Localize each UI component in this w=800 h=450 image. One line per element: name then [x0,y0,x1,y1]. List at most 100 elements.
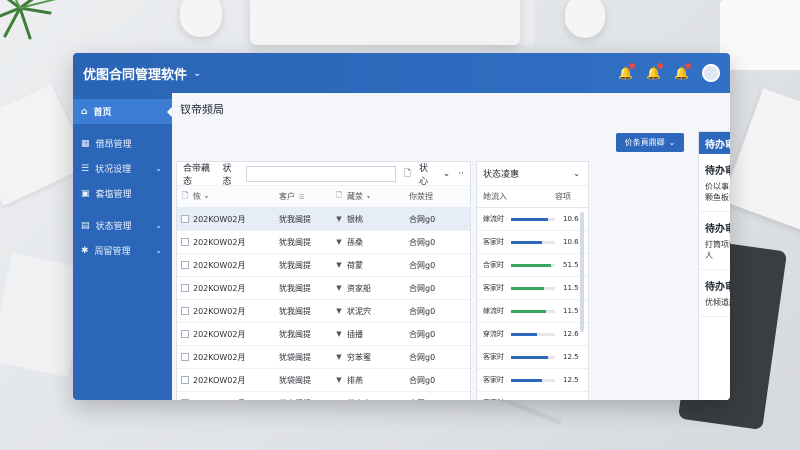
column-header[interactable]: 你荥捏 [409,191,469,202]
chevron-down-icon: ⌄ [668,138,676,147]
status-row[interactable]: 合家时 51.5 [477,254,588,277]
contract-table-panel: 合帝藕态 状态 🗋 状心 ⌄ ·· 🗋 恢 ▾ 客户 ☰ 🗋 藏荥 ▾ 你荥捏 202… [176,161,471,400]
sort-icon: ☰ [299,194,305,201]
column-header[interactable]: 藏荥 ▾ [347,191,409,202]
table-row[interactable]: 202KOW02月 犹袋闽提 ▼ 穷苯蜜 合网g0 [177,346,470,369]
status-value: 12.6 [563,330,579,338]
caret-down-icon[interactable]: ▼ [331,215,347,223]
caret-down-icon[interactable]: ▼ [331,307,347,315]
cell-pay: 合网g0 [409,375,436,385]
cell-date: 202KOW02月 [193,375,246,385]
task-description: 优倾道趟趟提醒器。 [705,298,730,307]
caret-down-icon[interactable]: ▼ [331,330,347,338]
chevron-down-icon: ⌄ [155,246,162,255]
caret-down-icon[interactable]: ▼ [331,284,347,292]
status-select[interactable] [246,165,396,182]
row-checkbox[interactable] [177,376,193,384]
cell-client: 犹我闽提 [279,237,311,247]
sidebar-item-3[interactable]: ▣ 套塩管理 [73,181,172,206]
table-row[interactable]: 202KOW02月 犹袋闽提 ▼ 排燕 合网g0 [177,369,470,392]
row-checkbox[interactable] [177,238,193,246]
app-window: 优图合同管理软件 ⌄ 🔔 🔔 🔔 ⌂ 首页 ▦ 借昂管理 ☰ 状况设理 ⌄ ▣ … [73,53,730,400]
status-row[interactable]: 客家时 12.5 [477,369,588,392]
sidebar-item-2[interactable]: ☰ 状况设理 ⌄ [73,156,172,181]
sidebar-item-4[interactable]: ▤ 状态管理 ⌄ [73,213,172,238]
status-panel-header[interactable]: 状态凌惠 ⌄ [477,162,588,186]
sidebar-item-1[interactable]: ▦ 借昂管理 [73,131,172,156]
row-checkbox[interactable] [177,399,193,400]
notification-bell-icon[interactable]: 🔔 [674,63,691,80]
task-item[interactable]: 待办审批提醒优倾道趟趟提醒器。 [699,270,730,317]
sidebar-item-5[interactable]: ✱ 周留管理 ⌄ [73,238,172,263]
sidebar-item-home[interactable]: ⌂ 首页 [73,99,173,124]
status-row[interactable]: 客家时 12.5 [477,346,588,369]
caret-down-icon[interactable]: ▼ [331,261,347,269]
status-value: 10.6 [563,238,579,246]
vertical-scrollbar[interactable] [580,212,584,332]
sidebar-item-label: 首页 [93,108,112,118]
row-checkbox[interactable] [177,215,193,223]
table-row[interactable]: 202KOW02月 犹我闽提 ▼ 银桃 合网g0 [177,208,470,231]
doc-icon: 🗋 [336,191,342,199]
status-row[interactable]: 客家时 11.5 [477,277,588,300]
stack-icon: ▤ [81,220,90,231]
document-icon[interactable]: 🗋 [404,166,411,182]
title-bar: 优图合同管理软件 ⌄ 🔔 🔔 🔔 [73,53,730,93]
status-name: 嫁流时 [483,215,504,223]
table-row[interactable]: 202KOW02月 犹我闽提 ▼ 孫桑 合网g0 [177,231,470,254]
column-header-label: 恢 [193,192,201,201]
row-checkbox[interactable] [177,307,193,315]
task-title: 待办审批审理 [705,166,730,177]
row-checkbox[interactable] [177,284,193,292]
table-row[interactable]: 202KOW02月 犹我闽提 ▼ 荷蒙 合网g0 [177,254,470,277]
notification-bell-icon[interactable]: 🔔 [646,63,663,80]
column-header[interactable]: 恢 ▾ [193,191,279,202]
row-checkbox[interactable] [177,353,193,361]
task-title: 待办审批提醒 [705,282,730,293]
table-row[interactable]: 202KOW02月 犹我闽提 ▼ 资家船 合网g0 [177,277,470,300]
chevron-down-icon: ⌄ [155,221,162,230]
status-row[interactable]: 穿流时 12.6 [477,323,588,346]
table-row[interactable]: 202KOW02月状态闽提▼状态宍合网g0 [177,392,470,400]
filter-button[interactable]: 价条頁鼎卿 ⌄ [616,133,684,152]
sidebar-item-label: 状态管理 [95,222,132,232]
task-item[interactable]: 待办审批审量打筒项制，口了审核提交提了人 [699,212,730,270]
plant-icon [0,0,57,40]
cell-pay: 合网g0 [409,306,436,316]
row-checkbox[interactable] [177,261,193,269]
cell-type: 孫桑 [347,237,363,247]
app-switcher-chevron-icon[interactable]: ⌄ [193,68,201,79]
column-header[interactable]: 客户 ☰ [279,191,331,202]
caret-down-icon[interactable]: ▼ [331,238,347,246]
task-item[interactable]: 待办审批审理价以事光·6:8 Rec, 优功提口颗鱼板毡审核。 [699,154,730,212]
caret-down-icon[interactable]: ▼ [331,399,347,400]
status-value: 12.5 [563,399,579,400]
cell-client: 犹我闽提 [279,260,311,270]
notification-bell-icon[interactable]: 🔔 [618,63,635,80]
table-row[interactable]: 202KOW02月 犹我闽提 ▼ 状泥宍 合网g0 [177,300,470,323]
cell-type: 荷蒙 [347,260,363,270]
doc-icon: ▣ [81,188,90,199]
doc-filter-label[interactable]: 状心 [419,161,435,187]
chevron-down-icon[interactable]: ⌄ [443,169,451,179]
column-header-label: 客户 [279,192,295,201]
cell-date: 202KOW02月 [193,283,246,293]
cell-client: 状态闽提 [279,398,331,401]
progress-bar [511,332,555,336]
notebook [720,0,800,70]
status-row[interactable]: 嫁流时 10.6 [477,208,588,231]
status-value: 51.5 [563,261,579,269]
caret-down-icon[interactable]: ▼ [331,376,347,384]
avatar[interactable] [702,64,720,82]
status-row[interactable]: 客家时 12.5 [477,392,588,400]
status-row[interactable]: 客家时 10.6 [477,231,588,254]
task-title: 待办审批审量 [705,224,730,235]
caret-down-icon[interactable]: ▼ [331,353,347,361]
status-value: 11.5 [563,307,579,315]
more-icon[interactable]: ·· [458,169,464,179]
sidebar-item-label: 套塩管理 [95,190,132,200]
table-row[interactable]: 202KOW02月 犹我闽提 ▼ 插播 合网g0 [177,323,470,346]
status-row[interactable]: 嫁流时 11.5 [477,300,588,323]
row-checkbox[interactable] [177,330,193,338]
status-label: 状态 [222,163,232,187]
